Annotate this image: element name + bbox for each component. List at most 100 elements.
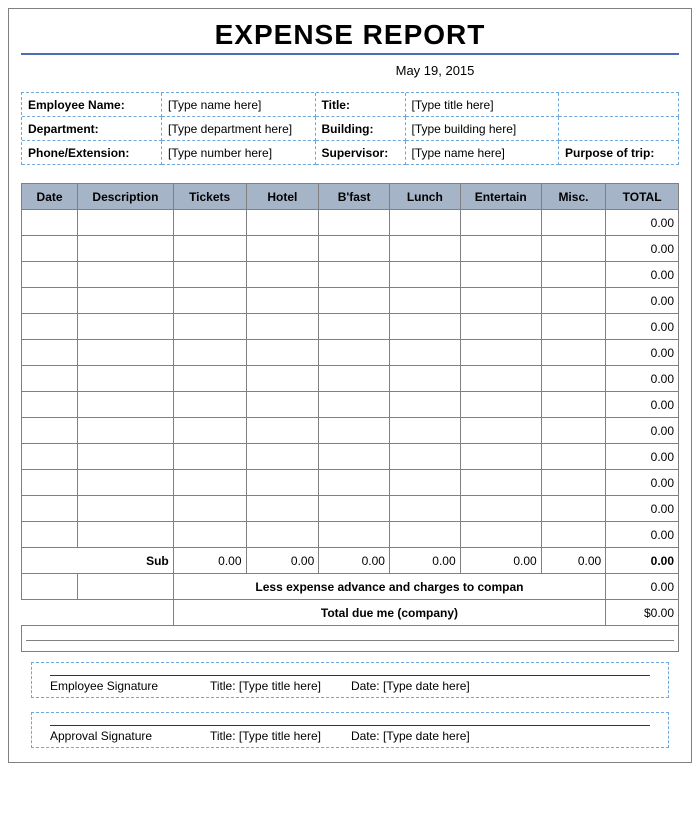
expense-cell[interactable] xyxy=(78,496,174,522)
expense-cell[interactable] xyxy=(246,236,319,262)
expense-cell[interactable] xyxy=(319,444,390,470)
expense-cell[interactable] xyxy=(541,522,605,548)
expense-cell[interactable] xyxy=(173,314,246,340)
expense-cell[interactable] xyxy=(22,496,78,522)
expense-cell[interactable] xyxy=(319,470,390,496)
expense-cell[interactable] xyxy=(541,496,605,522)
expense-cell[interactable] xyxy=(389,470,460,496)
expense-cell[interactable] xyxy=(389,444,460,470)
expense-cell[interactable] xyxy=(389,366,460,392)
expense-cell[interactable] xyxy=(22,210,78,236)
expense-cell[interactable] xyxy=(541,210,605,236)
sig-title-field[interactable]: [Type title here] xyxy=(239,679,321,693)
expense-cell[interactable] xyxy=(319,418,390,444)
expense-cell[interactable] xyxy=(22,288,78,314)
expense-cell[interactable] xyxy=(22,314,78,340)
expense-cell[interactable] xyxy=(460,262,541,288)
expense-cell[interactable] xyxy=(389,210,460,236)
expense-cell[interactable] xyxy=(22,340,78,366)
expense-cell[interactable] xyxy=(173,470,246,496)
expense-cell[interactable] xyxy=(460,340,541,366)
expense-cell[interactable] xyxy=(319,314,390,340)
expense-cell[interactable] xyxy=(78,418,174,444)
expense-cell[interactable] xyxy=(246,470,319,496)
expense-cell[interactable] xyxy=(22,470,78,496)
expense-cell[interactable] xyxy=(22,444,78,470)
expense-cell[interactable] xyxy=(173,340,246,366)
expense-cell[interactable] xyxy=(460,418,541,444)
expense-cell[interactable] xyxy=(389,314,460,340)
expense-cell[interactable] xyxy=(460,522,541,548)
expense-cell[interactable] xyxy=(541,340,605,366)
expense-cell[interactable] xyxy=(541,262,605,288)
expense-cell[interactable] xyxy=(246,314,319,340)
expense-cell[interactable] xyxy=(173,444,246,470)
expense-cell[interactable] xyxy=(22,418,78,444)
expense-cell[interactable] xyxy=(22,392,78,418)
expense-cell[interactable] xyxy=(78,366,174,392)
expense-cell[interactable] xyxy=(460,444,541,470)
expense-cell[interactable] xyxy=(319,210,390,236)
expense-cell[interactable] xyxy=(173,366,246,392)
expense-cell[interactable] xyxy=(78,210,174,236)
expense-cell[interactable] xyxy=(389,496,460,522)
expense-cell[interactable] xyxy=(78,470,174,496)
expense-cell[interactable] xyxy=(389,262,460,288)
expense-cell[interactable] xyxy=(246,210,319,236)
expense-cell[interactable] xyxy=(460,210,541,236)
expense-cell[interactable] xyxy=(460,470,541,496)
department-field[interactable]: [Type department here] xyxy=(162,117,316,141)
expense-cell[interactable] xyxy=(78,288,174,314)
expense-cell[interactable] xyxy=(389,236,460,262)
expense-cell[interactable] xyxy=(541,288,605,314)
sig-title-field[interactable]: [Type title here] xyxy=(239,729,321,743)
expense-cell[interactable] xyxy=(173,392,246,418)
sig-date-field[interactable]: [Type date here] xyxy=(383,679,470,693)
supervisor-field[interactable]: [Type name here] xyxy=(406,141,560,165)
expense-cell[interactable] xyxy=(78,262,174,288)
expense-cell[interactable] xyxy=(173,496,246,522)
expense-cell[interactable] xyxy=(78,522,174,548)
expense-cell[interactable] xyxy=(460,314,541,340)
expense-cell[interactable] xyxy=(541,366,605,392)
expense-cell[interactable] xyxy=(78,236,174,262)
expense-cell[interactable] xyxy=(541,392,605,418)
expense-cell[interactable] xyxy=(246,340,319,366)
expense-cell[interactable] xyxy=(319,340,390,366)
expense-cell[interactable] xyxy=(319,262,390,288)
expense-cell[interactable] xyxy=(389,392,460,418)
expense-cell[interactable] xyxy=(460,496,541,522)
expense-cell[interactable] xyxy=(78,340,174,366)
expense-cell[interactable] xyxy=(460,366,541,392)
expense-cell[interactable] xyxy=(173,262,246,288)
expense-cell[interactable] xyxy=(78,314,174,340)
expense-cell[interactable] xyxy=(173,236,246,262)
expense-cell[interactable] xyxy=(319,366,390,392)
expense-cell[interactable] xyxy=(246,392,319,418)
expense-cell[interactable] xyxy=(541,470,605,496)
sig-date-field[interactable]: [Type date here] xyxy=(383,729,470,743)
expense-cell[interactable] xyxy=(246,522,319,548)
phone-field[interactable]: [Type number here] xyxy=(162,141,316,165)
expense-cell[interactable] xyxy=(389,340,460,366)
expense-cell[interactable] xyxy=(389,288,460,314)
expense-cell[interactable] xyxy=(541,314,605,340)
expense-cell[interactable] xyxy=(173,522,246,548)
expense-cell[interactable] xyxy=(460,236,541,262)
expense-cell[interactable] xyxy=(319,522,390,548)
expense-cell[interactable] xyxy=(22,522,78,548)
expense-cell[interactable] xyxy=(173,288,246,314)
expense-cell[interactable] xyxy=(246,418,319,444)
expense-cell[interactable] xyxy=(541,236,605,262)
employee-name-field[interactable]: [Type name here] xyxy=(162,93,316,117)
expense-cell[interactable] xyxy=(22,262,78,288)
expense-cell[interactable] xyxy=(319,236,390,262)
expense-cell[interactable] xyxy=(541,444,605,470)
expense-cell[interactable] xyxy=(246,496,319,522)
expense-cell[interactable] xyxy=(173,418,246,444)
expense-cell[interactable] xyxy=(319,392,390,418)
expense-cell[interactable] xyxy=(389,418,460,444)
expense-cell[interactable] xyxy=(246,366,319,392)
title-field[interactable]: [Type title here] xyxy=(406,93,560,117)
expense-cell[interactable] xyxy=(78,392,174,418)
